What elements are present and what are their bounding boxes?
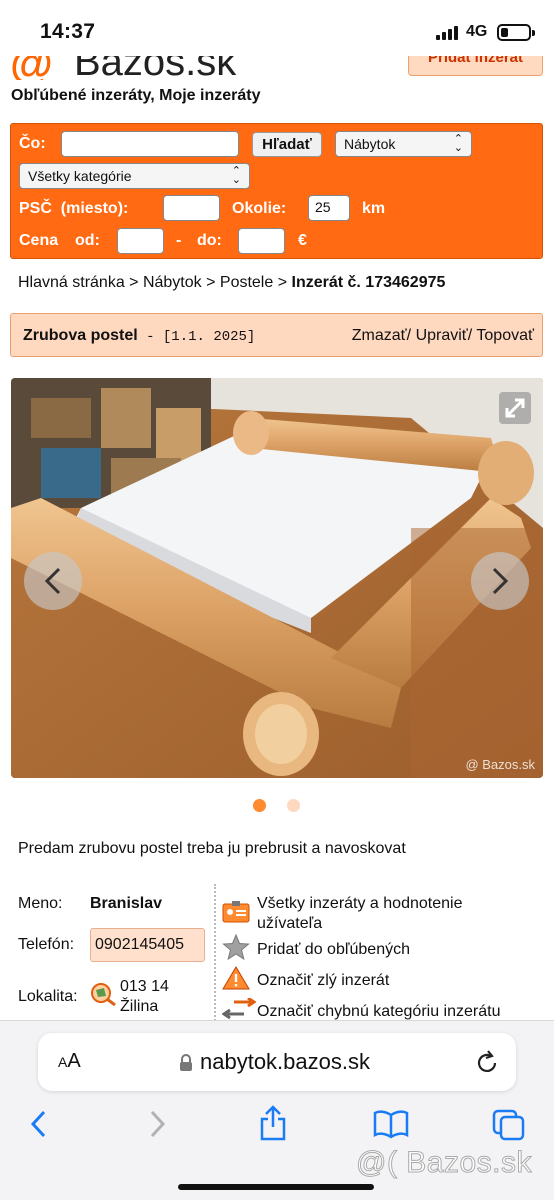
seller-info: Meno: Branislav Telefón: 0902145405 Loka… <box>0 884 554 1024</box>
price-to-input[interactable] <box>238 228 285 254</box>
url-text[interactable]: nabytok.bazos.sk <box>200 1049 370 1075</box>
reload-icon[interactable] <box>475 1049 499 1075</box>
category-select-value: Všetky kategórie <box>28 168 132 184</box>
breadcrumb-sep: > <box>273 274 292 291</box>
report-category-link[interactable]: Označiť chybnú kategóriu inzerátu <box>257 1002 500 1022</box>
listing-actions: Zmazať/ Upraviť/ Topovať <box>352 327 534 345</box>
breadcrumb-section[interactable]: Nábytok <box>143 274 202 291</box>
currency-label: € <box>298 232 307 249</box>
radius-label: Okolie: <box>232 200 287 217</box>
share-icon[interactable] <box>258 1105 288 1141</box>
photo-dot[interactable] <box>287 799 300 812</box>
search-form: Čo: Hľadať Nábytok ⌃ ⌄ Všetky kategórie ⌃… <box>10 123 543 259</box>
listing-title-bar: Zrubova postel - [1.1. 2025] Zmazať/ Upr… <box>10 313 543 357</box>
title-sep: - <box>137 329 163 345</box>
photo-watermark: @ Bazos.sk <box>465 757 535 772</box>
warning-icon <box>222 966 250 990</box>
section-select[interactable]: Nábytok ⌃ ⌄ <box>335 131 472 157</box>
search-input[interactable] <box>61 131 239 157</box>
expand-icon[interactable] <box>499 392 531 424</box>
back-icon[interactable] <box>28 1109 50 1139</box>
seller-phone[interactable]: 0902145405 <box>90 928 205 962</box>
edit-link[interactable]: Upraviť/ <box>416 327 473 344</box>
seller-name: Branislav <box>90 895 163 912</box>
psc-label: PSČ (miesto): <box>19 200 129 217</box>
map-search-icon <box>91 983 116 1006</box>
breadcrumb-category[interactable]: Postele <box>220 274 273 291</box>
what-label: Čo: <box>19 135 46 152</box>
overlay-watermark: @( Bazos.sk <box>356 1146 533 1180</box>
chevron-updown-icon: ⌃ ⌄ <box>453 133 463 154</box>
text-size-button[interactable]: AA <box>58 1050 81 1073</box>
add-favorite-link[interactable]: Pridať do obľúbených <box>257 940 410 960</box>
bookmarks-icon[interactable] <box>373 1109 409 1139</box>
swap-arrows-icon <box>222 998 256 1020</box>
psc-input[interactable] <box>163 195 220 221</box>
breadcrumb-sep: > <box>124 274 143 291</box>
status-time: 14:37 <box>40 20 96 43</box>
listing-date: [1.1. 2025] <box>162 329 256 345</box>
price-to-label: do: <box>197 232 222 249</box>
breadcrumb: Hlavná stránka > Nábytok > Postele > Inz… <box>18 274 445 292</box>
chevron-left-icon <box>44 567 61 595</box>
next-photo-button[interactable] <box>471 552 529 610</box>
battery-icon <box>497 24 535 41</box>
search-button[interactable]: Hľadať <box>252 132 322 157</box>
address-bar[interactable]: AA nabytok.bazos.sk <box>38 1033 516 1091</box>
prev-photo-button[interactable] <box>24 552 82 610</box>
section-select-value: Nábytok <box>344 136 396 152</box>
lock-icon <box>180 1054 192 1071</box>
breadcrumb-sep: > <box>201 274 220 291</box>
phone-label: Telefón: <box>18 936 75 953</box>
price-from-input[interactable] <box>117 228 164 254</box>
divider <box>214 884 216 1024</box>
report-bad-link[interactable]: Označiť zlý inzerát <box>257 971 389 991</box>
photo-dot[interactable] <box>253 799 266 812</box>
all-listings-link[interactable]: Všetky inzeráty a hodnotenie užívateľa <box>257 894 462 934</box>
tabs-icon[interactable] <box>492 1109 526 1141</box>
chevron-right-icon <box>492 567 509 595</box>
radius-unit: km <box>362 200 386 217</box>
category-select[interactable]: Všetky kategórie ⌃ ⌄ <box>19 163 250 189</box>
signal-icon <box>436 26 458 40</box>
status-bar: 14:37 4G <box>0 0 554 56</box>
postal-code: 013 14 <box>120 978 169 995</box>
links-separator: , <box>150 87 160 104</box>
my-listings-link[interactable]: Moje inzeráty <box>159 87 260 104</box>
breadcrumb-current: Inzerát č. 173462975 <box>291 274 446 291</box>
chevron-updown-icon: ⌃ ⌄ <box>231 165 241 186</box>
delete-link[interactable]: Zmazať/ <box>352 327 411 344</box>
forward-icon[interactable] <box>146 1109 168 1139</box>
breadcrumb-home[interactable]: Hlavná stránka <box>18 274 125 291</box>
radius-input[interactable]: 25 <box>308 195 350 221</box>
listing-title: Zrubova postel <box>23 327 138 344</box>
price-label: Cena <box>19 232 59 249</box>
listing-title-wrap: Zrubova postel - [1.1. 2025] <box>23 327 255 345</box>
user-links: Obľúbené inzeráty, Moje inzeráty <box>11 87 260 105</box>
star-icon <box>222 934 250 960</box>
price-from-label: od: <box>75 232 100 249</box>
listing-description: Predam zrubovu postel treba ju prebrusit… <box>18 840 406 857</box>
user-card-icon <box>222 901 250 923</box>
photo-pagination <box>253 799 300 812</box>
listing-photo[interactable]: @ Bazos.sk <box>11 378 543 778</box>
home-indicator <box>178 1184 374 1190</box>
network-type: 4G <box>466 23 488 40</box>
bed-photo-image <box>11 378 543 778</box>
price-dash: - <box>176 232 182 249</box>
favorites-link[interactable]: Obľúbené inzeráty <box>11 87 150 104</box>
location-label: Lokalita: <box>18 988 78 1005</box>
name-label: Meno: <box>18 895 63 912</box>
top-link[interactable]: Topovať <box>476 327 534 344</box>
city: Žilina <box>120 998 159 1015</box>
seller-location: 013 14 Žilina <box>120 977 169 1017</box>
